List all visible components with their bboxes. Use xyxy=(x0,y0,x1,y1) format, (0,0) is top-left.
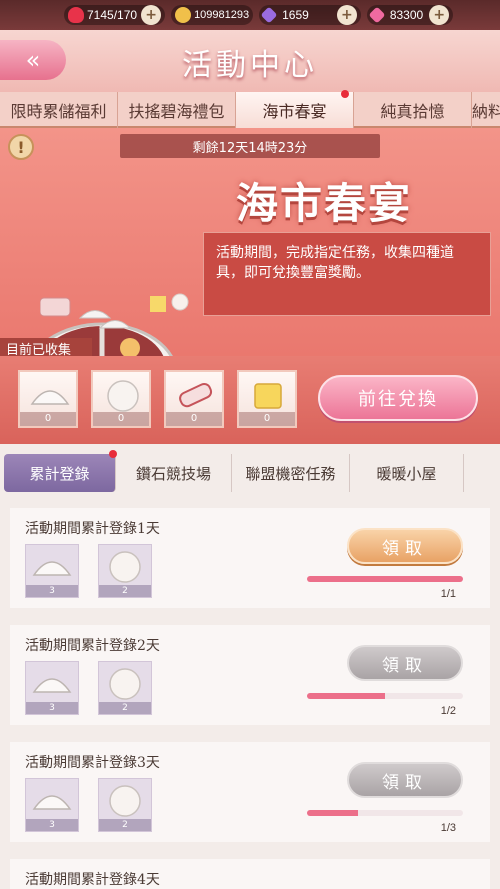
add-pink-diamond-button[interactable]: + xyxy=(429,5,450,25)
info-icon[interactable]: ! xyxy=(8,134,34,160)
reward-count: 3 xyxy=(26,702,78,714)
purple-gem-value: 1659 xyxy=(282,8,309,22)
tab-label: 扶搖碧海禮包 xyxy=(128,102,225,121)
reward-count: 2 xyxy=(99,819,151,831)
tab-sea-spring-feast[interactable]: 海市春宴 xyxy=(236,90,354,128)
reward-dumpling[interactable]: 3 xyxy=(25,661,79,715)
purple-gem-icon xyxy=(260,6,278,24)
coin-value: 109981293 xyxy=(194,9,250,21)
collected-fish-ball[interactable]: 0 xyxy=(91,370,151,428)
reward-fish-ball[interactable]: 2 xyxy=(98,778,152,832)
claim-button[interactable]: 領取 xyxy=(347,528,463,564)
collected-items-strip: 0 0 0 0 前往兌換 xyxy=(0,356,500,444)
collected-tofu-cube[interactable]: 0 xyxy=(237,370,297,428)
resource-heart: 7145/170 + xyxy=(64,5,166,25)
collected-meat-roll[interactable]: 0 xyxy=(164,370,224,428)
page-title: 活動中心 xyxy=(182,48,318,83)
scattered-food-icon xyxy=(40,293,189,329)
fish-ball-icon xyxy=(107,380,139,412)
progress-fill xyxy=(307,693,385,699)
event-banner: ! 剩餘12天14時23分 海市春宴 活動期間，完成指定任務，收集四種道具，即可… xyxy=(0,128,500,444)
tab-more[interactable]: 納料 xyxy=(472,92,500,128)
resource-bar: 7145/170 + 109981293 1659 + 83300 + xyxy=(0,0,500,30)
tofu-cube-icon xyxy=(254,383,282,409)
pink-diamond-value: 83300 xyxy=(389,8,424,22)
item-count: 0 xyxy=(239,412,295,426)
resource-purple-gem: 1659 + xyxy=(259,5,361,25)
fish-ball-icon xyxy=(109,668,141,700)
tab-sea-gift[interactable]: 扶搖碧海禮包 xyxy=(118,92,236,128)
reward-count: 3 xyxy=(26,585,78,597)
tab-label: 鑽石競技場 xyxy=(135,464,211,483)
add-purple-gem-button[interactable]: + xyxy=(336,5,357,25)
progress-text: 1/1 xyxy=(440,588,456,600)
heart-value: 7145/170 xyxy=(87,8,138,22)
item-count: 0 xyxy=(93,412,149,426)
progress-bar xyxy=(307,576,463,582)
reward-count: 2 xyxy=(99,585,151,597)
dumpling-icon xyxy=(32,561,72,576)
task-row: 活動期間累計登錄1天 3 2 領取 1/1 xyxy=(10,508,490,608)
tab-label: 純真拾憶 xyxy=(380,102,445,121)
event-description: 活動期間，完成指定任務，收集四種道具，即可兌換豐富獎勵。 xyxy=(203,232,491,316)
reward-count: 2 xyxy=(99,702,151,714)
tab-diamond-arena[interactable]: 鑽石競技場 xyxy=(116,454,232,492)
collected-label: 目前已收集 xyxy=(0,338,92,358)
tab-label: 暖暖小屋 xyxy=(376,464,437,483)
tab-label: 聯盟機密任務 xyxy=(245,464,336,483)
progress-bar xyxy=(307,693,463,699)
tab-alliance-secret-mission[interactable]: 聯盟機密任務 xyxy=(232,454,350,492)
claim-button[interactable]: 領取 xyxy=(347,762,463,798)
event-title: 海市春宴 xyxy=(236,179,413,228)
tab-limited-recharge[interactable]: 限時累儲福利 xyxy=(0,92,118,128)
tab-label: 納料 xyxy=(472,102,500,121)
reward-fish-ball[interactable]: 2 xyxy=(98,544,152,598)
tab-label: 累計登錄 xyxy=(29,464,90,483)
progress-text: 1/2 xyxy=(440,705,456,717)
task-name: 活動期間累計登錄2天 xyxy=(25,638,160,654)
reward-dumpling[interactable]: 3 xyxy=(25,544,79,598)
fish-ball-icon xyxy=(109,551,141,583)
task-row: 活動期間累計登錄4天 xyxy=(10,859,490,889)
reward-dumpling[interactable]: 3 xyxy=(25,778,79,832)
resource-pink-diamond: 83300 + xyxy=(366,5,454,25)
add-heart-button[interactable]: + xyxy=(141,5,162,25)
task-name: 活動期間累計登錄1天 xyxy=(25,521,160,537)
dumpling-icon xyxy=(32,795,72,810)
progress-bar xyxy=(307,810,463,816)
fish-ball-icon xyxy=(109,785,141,817)
heart-icon xyxy=(68,7,84,23)
dumpling-icon xyxy=(30,390,70,405)
tab-warm-cottage[interactable]: 暖暖小屋 xyxy=(350,454,464,492)
item-count: 0 xyxy=(20,412,76,426)
reward-fish-ball[interactable]: 2 xyxy=(98,661,152,715)
notification-dot xyxy=(341,90,349,98)
claim-button[interactable]: 領取 xyxy=(347,645,463,681)
tab-cumulative-login[interactable]: 累計登錄 xyxy=(4,450,117,492)
progress-fill xyxy=(307,576,463,582)
task-tabs: 累計登錄 鑽石競技場 聯盟機密任務 暖暖小屋 xyxy=(0,450,500,496)
task-name: 活動期間累計登錄3天 xyxy=(25,755,160,771)
dumpling-icon xyxy=(32,678,72,693)
task-name: 活動期間累計登錄4天 xyxy=(25,872,160,888)
collected-dumpling[interactable]: 0 xyxy=(18,370,78,428)
go-exchange-button[interactable]: 前往兌換 xyxy=(318,375,478,421)
task-row: 活動期間累計登錄2天 3 2 領取 1/2 xyxy=(10,625,490,725)
reward-count: 3 xyxy=(26,819,78,831)
page-header: « 活動中心 xyxy=(0,30,500,92)
tab-label: 海市春宴 xyxy=(262,102,327,121)
progress-fill xyxy=(307,810,359,816)
category-tabs: 限時累儲福利 扶搖碧海禮包 海市春宴 純真拾憶 納料 xyxy=(0,90,500,128)
cat-coin-icon xyxy=(175,7,192,23)
task-row: 活動期間累計登錄3天 3 2 領取 1/3 xyxy=(10,742,490,842)
event-timer: 剩餘12天14時23分 xyxy=(120,134,380,158)
pink-diamond-icon xyxy=(368,6,386,24)
item-count: 0 xyxy=(166,412,222,426)
meat-roll-icon xyxy=(179,382,213,408)
resource-coin: 109981293 xyxy=(171,5,254,25)
progress-text: 1/3 xyxy=(440,822,456,834)
tab-innocent-memory[interactable]: 純真拾憶 xyxy=(354,92,472,128)
tab-label: 限時累儲福利 xyxy=(10,102,107,121)
